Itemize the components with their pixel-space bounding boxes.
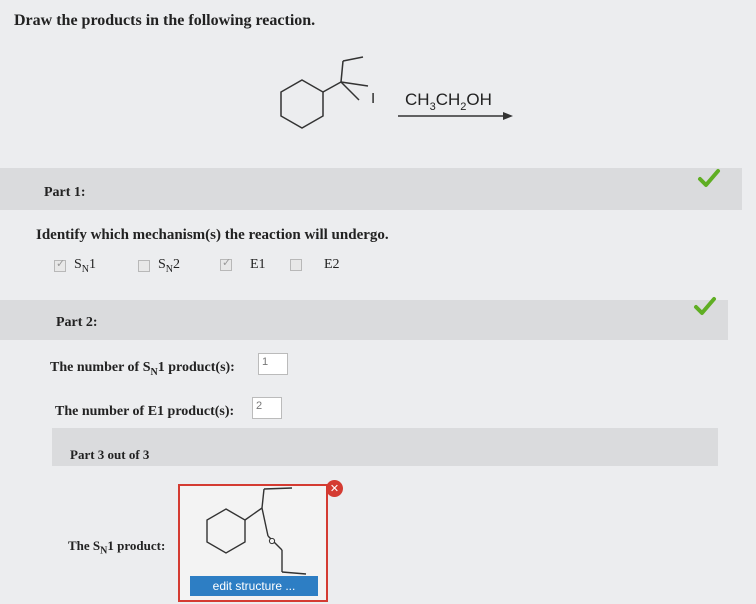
- reagent-label: CH3CH2OH: [405, 90, 492, 113]
- e1-label: E1: [250, 257, 266, 272]
- option-sn2[interactable]: SN2: [138, 257, 180, 275]
- question-title: Draw the products in the following react…: [14, 12, 316, 29]
- sn1-product-label: The SN1 product:: [68, 538, 166, 557]
- reaction-scheme: I CH3CH2OH: [280, 56, 513, 129]
- option-e2[interactable]: E2: [290, 257, 340, 273]
- e2-checkbox[interactable]: [290, 259, 302, 271]
- reactant-structure: [280, 56, 369, 129]
- e1-count-input[interactable]: 2: [252, 397, 282, 419]
- option-e1[interactable]: E1: [220, 256, 266, 273]
- e1-count-label: The number of E1 product(s):: [55, 404, 235, 419]
- checkmark-icon: [694, 297, 716, 315]
- part1-header: [0, 168, 742, 210]
- close-icon[interactable]: ✕: [326, 480, 343, 497]
- part2-label: Part 2:: [56, 315, 98, 330]
- part1-label: Part 1:: [44, 185, 86, 200]
- part3-label: Part 3 out of 3: [70, 447, 150, 462]
- reaction-arrowhead: [503, 112, 513, 120]
- leaving-group-label: I: [371, 90, 375, 107]
- e2-label: E2: [324, 257, 340, 272]
- checkmark-icon: [698, 169, 720, 187]
- sn1-label: SN1: [74, 257, 97, 275]
- sn1-count-label: The number of SN1 product(s):: [50, 360, 235, 378]
- sn1-count-input[interactable]: 1: [258, 353, 288, 375]
- e1-checkbox[interactable]: [220, 256, 232, 271]
- sn1-checkbox[interactable]: [54, 257, 66, 272]
- sn2-label: SN2: [158, 257, 181, 275]
- sn2-checkbox[interactable]: [138, 259, 150, 272]
- option-sn1[interactable]: SN1: [54, 257, 96, 275]
- part2-header: [0, 300, 728, 340]
- mechanism-question: Identify which mechanism(s) the reaction…: [36, 227, 389, 243]
- edit-structure-button[interactable]: edit structure ...: [190, 576, 318, 596]
- part3-header: [52, 428, 718, 466]
